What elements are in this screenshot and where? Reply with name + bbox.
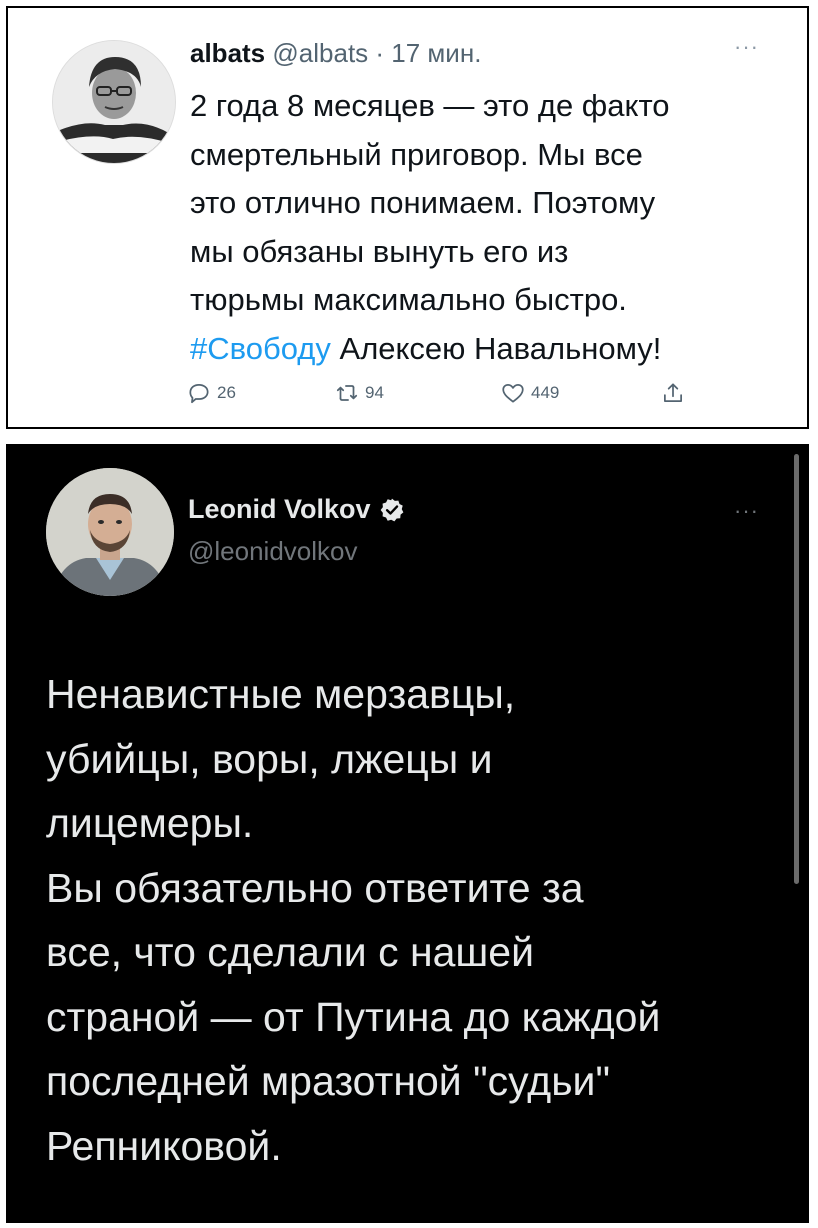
avatar-photo: [53, 41, 175, 163]
tweet-line: лицемеры.: [46, 800, 254, 846]
author-name[interactable]: albats: [190, 38, 265, 68]
tweet-line: страной — от Путина до каждой: [46, 993, 661, 1040]
hashtag-link[interactable]: #Свободу: [190, 331, 331, 366]
scrollbar[interactable]: [794, 454, 799, 884]
avatar[interactable]: [52, 40, 176, 164]
share-icon: [664, 383, 682, 402]
author-handle[interactable]: @albats: [272, 38, 368, 68]
tweet-text: 2 года 8 месяцев — это де факто смертель…: [190, 82, 790, 373]
author-name-row: Leonid Volkov: [188, 494, 405, 525]
retweet-count: 94: [365, 383, 384, 402]
tweet-line: мы обязаны вынуть его из: [190, 233, 569, 269]
tweet-time[interactable]: · 17 мин.: [375, 38, 481, 68]
tweet-line: Репниковой.: [46, 1122, 282, 1169]
tweet-leonidvolkov: Leonid Volkov @leonidvolkov ··· Ненавист…: [6, 444, 809, 1223]
author-handle[interactable]: @leonidvolkov: [188, 536, 357, 567]
retweet-button[interactable]: 94: [334, 380, 384, 406]
tweet-actions: 26 94 449: [8, 380, 807, 420]
tweet-line-rest: Алексею Навальному!: [330, 330, 662, 366]
reply-button[interactable]: 26: [186, 380, 236, 406]
heart-icon: [502, 384, 524, 403]
tweet-line: последней мразотной "судьи": [46, 1058, 611, 1104]
tweet-line: убийцы, воры, лжецы и: [46, 735, 493, 782]
tweet-text: Ненавистные мерзавцы, убийцы, воры, лжец…: [46, 662, 786, 1178]
verified-badge-icon: [380, 498, 403, 521]
tweet-line: Вы обязательно ответите за: [46, 864, 584, 911]
tweet-line-last: #Свободу Алексею Навальному!: [190, 325, 790, 374]
like-button[interactable]: 449: [500, 380, 559, 406]
more-options-icon[interactable]: ···: [734, 34, 759, 60]
share-button[interactable]: [660, 380, 686, 406]
more-options-icon[interactable]: ···: [734, 498, 759, 524]
avatar-photo: [46, 468, 174, 596]
tweet-line: это отлично понимаем. Поэтому: [190, 185, 656, 220]
like-count: 449: [531, 383, 560, 402]
tweet-line: 2 года 8 месяцев — это де факто: [190, 88, 670, 123]
tweet-line: Ненавистные мерзавцы,: [46, 671, 516, 717]
tweet-albats: albats @albats · 17 мин. ··· 2 года 8 ме…: [6, 6, 809, 429]
author-name[interactable]: Leonid Volkov: [188, 494, 371, 525]
reply-count: 26: [217, 383, 236, 402]
tweet-header: albats @albats · 17 мин.: [190, 38, 481, 69]
tweet-line: смертельный приговор. Мы все: [190, 136, 643, 172]
retweet-icon: [336, 385, 358, 401]
reply-icon: [189, 384, 209, 404]
avatar[interactable]: [46, 468, 174, 596]
tweet-line: тюрьмы максимально быстро.: [190, 282, 627, 317]
tweet-line: все, что сделали с нашей: [46, 929, 535, 975]
